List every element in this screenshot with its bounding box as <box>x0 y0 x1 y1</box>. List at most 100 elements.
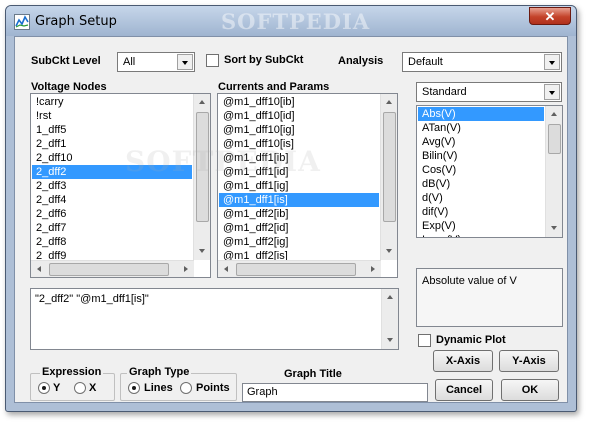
voltage-nodes-item[interactable]: 2_dff6 <box>32 207 192 221</box>
ok-button[interactable]: OK <box>501 379 559 401</box>
graph-title-value: Graph <box>247 386 278 398</box>
currents-params-item[interactable]: @m1_dff1[is] <box>219 193 379 207</box>
scroll-up-button[interactable] <box>194 94 210 111</box>
window-title: Graph Setup <box>35 14 117 29</box>
analysis-value: Default <box>408 56 443 68</box>
graph-type-group-title: Graph Type <box>127 366 192 378</box>
functions-item[interactable]: Cos(V) <box>418 163 544 177</box>
chevron-down-icon[interactable] <box>544 84 560 100</box>
voltage-nodes-header: Voltage Nodes <box>31 81 107 93</box>
arrow-left-icon <box>224 266 228 272</box>
chevron-down-icon[interactable] <box>177 54 193 70</box>
arrow-up-icon <box>386 100 392 104</box>
scroll-thumb[interactable] <box>49 263 169 276</box>
arrow-right-icon <box>184 266 188 272</box>
function-category-select[interactable]: Standard <box>416 82 562 102</box>
graph-type-lines-radio[interactable] <box>128 382 140 394</box>
scroll-down-button[interactable] <box>194 243 210 260</box>
voltage-nodes-item[interactable]: 1_dff5 <box>32 123 192 137</box>
voltage-nodes-item[interactable]: 2_dff3 <box>32 179 192 193</box>
arrow-up-icon <box>387 295 393 299</box>
arrow-left-icon <box>37 266 41 272</box>
sort-by-subckt-label[interactable]: Sort by SubCkt <box>224 54 303 66</box>
horizontal-scrollbar[interactable] <box>31 260 194 277</box>
scroll-right-button[interactable] <box>177 261 194 277</box>
horizontal-scrollbar[interactable] <box>218 260 381 277</box>
function-description: Absolute value of V <box>422 275 517 287</box>
graph-app-icon <box>14 14 30 30</box>
arrow-down-icon <box>199 249 205 253</box>
watermark: SOFTPEDIA <box>221 9 371 34</box>
chevron-down-icon[interactable] <box>544 54 560 70</box>
scroll-down-button[interactable] <box>382 332 399 349</box>
graph-title-input[interactable]: Graph <box>242 383 428 402</box>
expression-x-label[interactable]: X <box>89 382 96 394</box>
expression-y-radio[interactable] <box>38 382 50 394</box>
voltage-nodes-item[interactable]: 2_dff7 <box>32 221 192 235</box>
currents-params-item[interactable]: @m1_dff2[ib] <box>219 207 379 221</box>
voltage-nodes-item[interactable]: !carry <box>32 95 192 109</box>
scroll-thumb[interactable] <box>383 112 396 222</box>
graph-title-label: Graph Title <box>284 368 342 380</box>
expression-textarea[interactable]: "2_dff2" "@m1_dff1[is]" <box>30 288 399 350</box>
voltage-nodes-item[interactable]: 2_dff8 <box>32 235 192 249</box>
functions-item[interactable]: ATan(V) <box>418 121 544 135</box>
sort-by-subckt-checkbox[interactable] <box>206 54 219 67</box>
expression-x-radio[interactable] <box>74 382 86 394</box>
functions-item[interactable]: Bilin(V) <box>418 149 544 163</box>
y-axis-button[interactable]: Y-Axis <box>499 350 559 372</box>
scroll-up-button[interactable] <box>546 106 562 123</box>
functions-item[interactable]: dB(V) <box>418 177 544 191</box>
watermark: SOFTPEDIA <box>125 145 321 178</box>
arrow-up-icon <box>199 100 205 104</box>
functions-item[interactable]: Exp(V) <box>418 219 544 233</box>
currents-params-item[interactable]: @m1_dff10[ib] <box>219 95 379 109</box>
x-axis-button[interactable]: X-Axis <box>433 350 493 372</box>
scroll-down-button[interactable] <box>381 243 397 260</box>
functions-item[interactable]: dif(V) <box>418 205 544 219</box>
currents-params-item[interactable]: @m1_dff1[ig] <box>219 179 379 193</box>
graph-type-points-label[interactable]: Points <box>196 382 230 394</box>
graph-type-lines-label[interactable]: Lines <box>144 382 173 394</box>
functions-list[interactable]: Abs(V) ATan(V) Avg(V) Bilin(V) Cos(V) dB(V) d(… <box>416 105 563 238</box>
functions-item[interactable]: Avg(V) <box>418 135 544 149</box>
subckt-level-select[interactable]: All <box>117 52 195 72</box>
scroll-down-button[interactable] <box>546 220 562 237</box>
functions-item[interactable]: d(V) <box>418 191 544 205</box>
voltage-nodes-item[interactable]: 2_dff4 <box>32 193 192 207</box>
arrow-right-icon <box>371 266 375 272</box>
title-bar[interactable]: SOFTPEDIA Graph Setup ✕ <box>6 6 576 36</box>
currents-params-item[interactable]: @m1_dff10[ig] <box>219 123 379 137</box>
close-button[interactable]: ✕ <box>529 7 571 25</box>
arrow-down-icon <box>387 338 393 342</box>
currents-params-item[interactable]: @m1_dff10[id] <box>219 109 379 123</box>
scroll-thumb[interactable] <box>236 263 356 276</box>
scroll-left-button[interactable] <box>31 261 48 277</box>
arrow-down-icon <box>551 226 557 230</box>
voltage-nodes-list[interactable]: !carry !rst 1_dff5 2_dff1 2_dff10 2_dff2 2_dff… <box>30 93 211 278</box>
analysis-select[interactable]: Default <box>402 52 562 72</box>
functions-item[interactable]: Imag(V) <box>418 233 544 237</box>
dialog-client-area: SubCkt Level All Sort by SubCkt Analysis… <box>14 36 568 403</box>
analysis-label: Analysis <box>338 55 384 67</box>
vertical-scrollbar[interactable] <box>381 289 398 349</box>
dynamic-plot-checkbox[interactable] <box>418 334 431 347</box>
subckt-level-label: SubCkt Level <box>31 55 101 67</box>
cancel-button[interactable]: Cancel <box>435 379 493 401</box>
scroll-up-button[interactable] <box>382 289 399 306</box>
scroll-thumb[interactable] <box>548 124 561 154</box>
scroll-right-button[interactable] <box>364 261 381 277</box>
vertical-scrollbar[interactable] <box>545 106 562 237</box>
currents-params-list[interactable]: @m1_dff10[ib] @m1_dff10[id] @m1_dff10[ig] @… <box>217 93 398 278</box>
dynamic-plot-label[interactable]: Dynamic Plot <box>436 334 506 346</box>
functions-item[interactable]: Abs(V) <box>418 107 544 121</box>
currents-params-item[interactable]: @m1_dff2[id] <box>219 221 379 235</box>
scroll-up-button[interactable] <box>381 94 397 111</box>
expression-y-label[interactable]: Y <box>53 382 60 394</box>
graph-type-points-radio[interactable] <box>180 382 192 394</box>
vertical-scrollbar[interactable] <box>380 94 397 260</box>
voltage-nodes-item[interactable]: !rst <box>32 109 192 123</box>
currents-params-item[interactable]: @m1_dff2[ig] <box>219 235 379 249</box>
scroll-left-button[interactable] <box>218 261 235 277</box>
arrow-down-icon <box>386 249 392 253</box>
